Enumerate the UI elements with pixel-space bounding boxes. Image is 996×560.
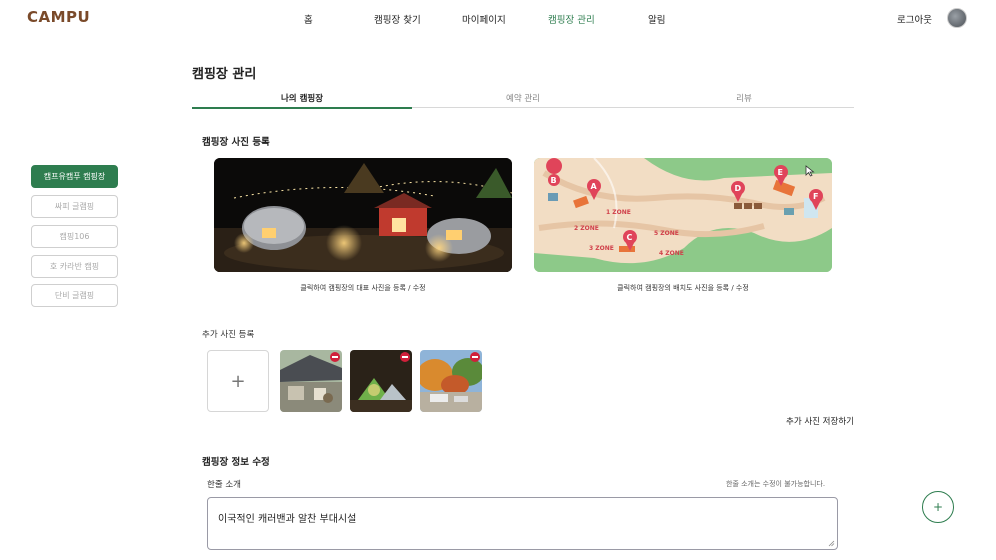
plus-icon: +	[932, 500, 944, 514]
save-extra-photos-button[interactable]: 추가 사진 저장하기	[786, 415, 854, 427]
tab-my-campsite[interactable]: 나의 캠핑장	[192, 92, 412, 104]
avatar[interactable]	[947, 8, 967, 28]
extra-photo-thumb[interactable]	[350, 350, 412, 412]
intro-value: 이국적인 캐러밴과 알찬 부대시설	[218, 514, 357, 525]
intro-label: 한줄 소개	[207, 480, 241, 490]
top-header: CAMPU 홈 캠핑장 찾기 마이페이지 캠핑장 관리 알림 로그아웃	[0, 0, 996, 38]
svg-text:B: B	[551, 176, 557, 185]
zone-label: 2 ZONE	[574, 225, 599, 232]
svg-text:D: D	[735, 184, 742, 193]
plus-icon: +	[230, 370, 246, 392]
mouse-cursor-icon	[805, 165, 815, 177]
add-campsite-fab[interactable]: +	[922, 491, 954, 523]
tab-reviews[interactable]: 리뷰	[634, 92, 854, 104]
tab-label: 예약 관리	[506, 94, 540, 104]
resize-handle-icon[interactable]	[828, 540, 835, 547]
zone-label: 5 ZONE	[654, 230, 679, 237]
tab-label: 리뷰	[736, 94, 752, 104]
sidebar-item-camping106[interactable]: 캠핑106	[31, 225, 118, 248]
intro-note: 한줄 소개는 수정이 불가능합니다.	[726, 480, 826, 488]
svg-text:F: F	[813, 192, 818, 201]
svg-text:C: C	[627, 233, 633, 242]
zone-label: 3 ZONE	[589, 245, 614, 252]
nav-find-campsite[interactable]: 캠핑장 찾기	[374, 12, 421, 26]
svg-text:A: A	[591, 182, 598, 191]
photo-section-title: 캠핑장 사진 등록	[202, 137, 270, 148]
nav-notifications[interactable]: 알림	[648, 12, 665, 26]
campsite-layout-map: 1 ZONE 2 ZONE 3 ZONE 5 ZONE 4 ZONE B A C…	[534, 158, 832, 272]
nav-campsite-manage[interactable]: 캠핑장 관리	[548, 12, 595, 26]
extra-photo-thumb[interactable]	[280, 350, 342, 412]
zone-label: 4 ZONE	[659, 250, 684, 257]
intro-textarea[interactable]: 이국적인 캐러밴과 알찬 부대시설	[207, 497, 838, 550]
layout-photo-caption: 클릭하여 캠핑장의 배치도 사진을 등록 / 수정	[617, 284, 749, 292]
tab-label: 나의 캠핑장	[280, 94, 324, 104]
main-photo-caption: 클릭하여 캠핑장의 대표 사진을 등록 / 수정	[300, 284, 426, 292]
layout-map-photo[interactable]: 1 ZONE 2 ZONE 3 ZONE 5 ZONE 4 ZONE B A C…	[534, 158, 832, 272]
sidebar-item-caravan[interactable]: 호 카라반 캠핑	[31, 255, 118, 278]
zone-label: 1 ZONE	[606, 209, 631, 216]
extra-photo-thumb[interactable]	[420, 350, 482, 412]
extra-photo-title: 추가 사진 등록	[202, 330, 255, 340]
nav-home[interactable]: 홈	[304, 12, 313, 26]
tab-bar: 나의 캠핑장 예약 관리 리뷰	[192, 90, 854, 109]
svg-text:E: E	[778, 168, 783, 177]
sidebar-item-campu[interactable]: 캠프유캠푸 캠핑장	[31, 165, 118, 188]
logout-link[interactable]: 로그아웃	[897, 12, 932, 26]
sidebar-item-ssafy[interactable]: 싸피 글램핑	[31, 195, 118, 218]
remove-photo-icon[interactable]	[400, 352, 410, 362]
remove-photo-icon[interactable]	[470, 352, 480, 362]
main-photo[interactable]	[214, 158, 512, 272]
sidebar-item-danbi[interactable]: 단비 글램핑	[31, 284, 118, 307]
tab-reservations[interactable]: 예약 관리	[413, 92, 633, 104]
page-title: 캠핑장 관리	[192, 67, 257, 82]
info-section-title: 캠핑장 정보 수정	[202, 457, 270, 468]
campsite-night-image	[214, 158, 512, 272]
campu-logo[interactable]: CAMPU	[27, 8, 90, 26]
active-tab-indicator	[192, 107, 412, 109]
nav-mypage[interactable]: 마이페이지	[462, 12, 506, 26]
add-photo-button[interactable]: +	[207, 350, 269, 412]
remove-photo-icon[interactable]	[330, 352, 340, 362]
